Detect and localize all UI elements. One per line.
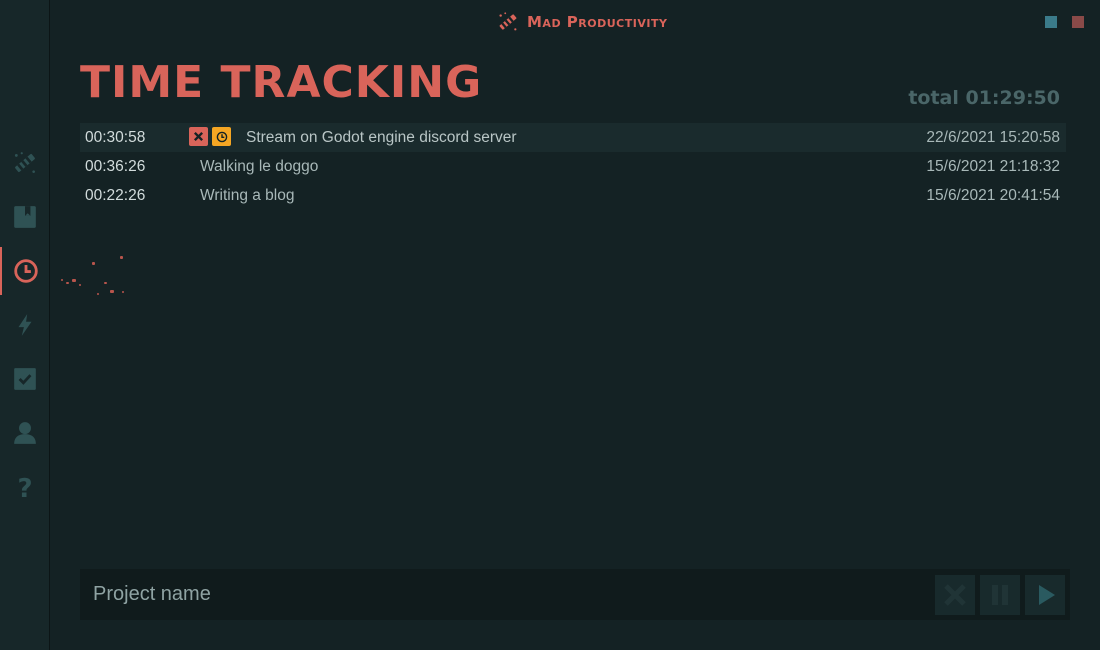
entry-name: Stream on Godot engine discord server — [246, 128, 517, 146]
clock-icon — [216, 131, 227, 142]
entry-duration: 00:36:26 — [85, 157, 146, 175]
page-title: TIME TRACKING — [80, 57, 483, 108]
lightning-icon — [18, 314, 31, 336]
entry-date: 15/6/2021 21:18:32 — [926, 157, 1060, 175]
sidebar-item-notebook[interactable] — [0, 193, 49, 241]
user-icon — [13, 422, 36, 444]
brand: Mad Productivity — [497, 11, 667, 33]
brand-name: Mad Productivity — [527, 13, 668, 31]
project-name-input[interactable] — [80, 569, 920, 620]
notebook-icon — [13, 206, 36, 228]
sidebar-item-wand[interactable] — [0, 139, 49, 187]
total-time: total 01:29:50 — [908, 87, 1060, 109]
entry-name: Writing a blog — [200, 186, 295, 204]
time-entry-row[interactable]: 00:36:26 Walking le doggo 15/6/2021 21:1… — [80, 152, 1066, 181]
sidebar-item-clock[interactable] — [0, 247, 49, 295]
sidebar-item-tasks[interactable] — [0, 355, 49, 403]
sidebar: ? — [0, 0, 50, 650]
entry-date: 22/6/2021 15:20:58 — [926, 128, 1060, 146]
close-window-button[interactable] — [1072, 16, 1084, 28]
sidebar-item-help[interactable]: ? — [0, 463, 49, 511]
entry-actions — [189, 127, 231, 146]
play-icon — [1025, 575, 1065, 615]
cancel-button[interactable] — [935, 575, 975, 615]
close-icon — [193, 131, 204, 142]
start-button[interactable] — [1025, 575, 1065, 615]
wand-logo-icon — [499, 12, 517, 31]
app-window: ? Mad Productivity TIME TRACKING total 0… — [0, 0, 1100, 650]
help-icon: ? — [17, 474, 32, 500]
sidebar-item-profile[interactable] — [0, 409, 49, 457]
wand-icon — [14, 152, 35, 173]
delete-entry-button[interactable] — [189, 127, 208, 146]
entry-date: 15/6/2021 20:41:54 — [926, 186, 1060, 204]
time-entry-row[interactable]: 00:22:26 Writing a blog 15/6/2021 20:41:… — [80, 181, 1066, 210]
time-entry-list: 00:30:58 Stream on Godot engine discord … — [80, 123, 1066, 210]
minimize-button[interactable] — [1045, 16, 1057, 28]
resume-entry-button[interactable] — [212, 127, 231, 146]
clock-icon — [13, 259, 38, 283]
new-entry-bar — [80, 569, 1070, 620]
entry-duration: 00:22:26 — [85, 186, 146, 204]
entry-duration: 00:30:58 — [85, 128, 146, 146]
sidebar-item-lightning[interactable] — [0, 301, 49, 349]
svg-text:?: ? — [17, 474, 32, 500]
pause-icon — [980, 575, 1020, 615]
time-entry-row[interactable]: 00:30:58 Stream on Godot engine discord … — [80, 123, 1066, 152]
entry-name: Walking le doggo — [200, 157, 319, 175]
pause-button[interactable] — [980, 575, 1020, 615]
checkbox-icon — [13, 368, 36, 390]
close-icon — [935, 575, 975, 615]
